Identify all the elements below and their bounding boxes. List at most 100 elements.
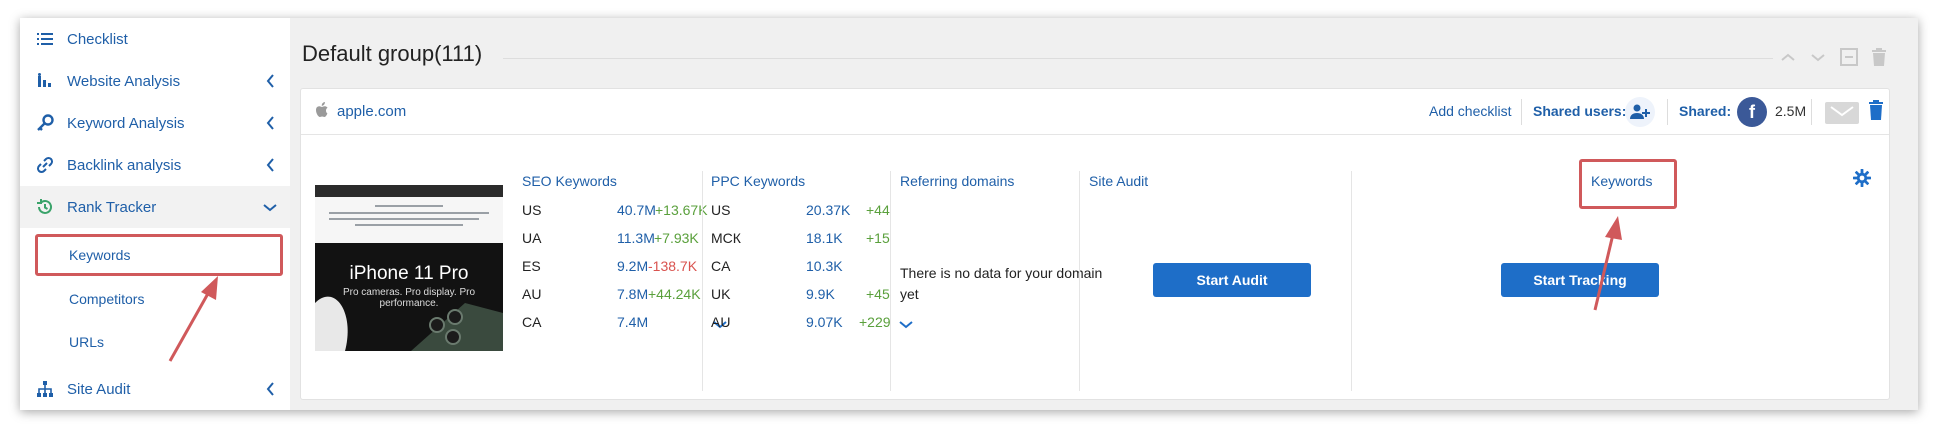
sitemap-icon [34, 378, 56, 400]
chart-icon [34, 70, 56, 92]
thumbnail-text-lines [329, 205, 489, 226]
seo-keywords-title[interactable]: SEO Keywords [522, 173, 617, 189]
sidebar-subitem-urls[interactable]: URLs [20, 323, 290, 363]
key-icon [34, 112, 56, 134]
chevron-left-icon[interactable] [263, 382, 277, 396]
chevron-left-icon[interactable] [263, 158, 277, 172]
sidebar-item-label: Website Analysis [67, 72, 181, 90]
sidebar-item-backlink-analysis[interactable]: Backlink analysis [20, 144, 290, 186]
mail-icon[interactable] [1825, 102, 1859, 124]
table-row: UA 11.3M +7.93K [522, 230, 702, 250]
sidebar-item-label: Keyword Analysis [67, 114, 185, 132]
sidebar-subitem-label: Competitors [69, 291, 145, 307]
country-code: UA [522, 230, 542, 246]
table-row: CA 10.3K [711, 258, 891, 278]
chevron-down-icon[interactable] [899, 316, 913, 332]
keyword-delta: +13.67K [655, 202, 708, 218]
table-row: US 20.37K +44 [711, 202, 891, 222]
divider [890, 171, 891, 391]
sidebar-item-checklist[interactable]: Checklist [20, 18, 290, 60]
thumbnail-title: iPhone 11 Pro [349, 263, 469, 284]
card-header: apple.com Add checklist Shared users: Sh… [301, 89, 1889, 135]
divider [1811, 99, 1812, 125]
chevron-left-icon[interactable] [263, 116, 277, 130]
sidebar-item-label: Rank Tracker [67, 198, 157, 216]
table-row: US 40.7M +13.67K [522, 202, 708, 222]
add-user-icon[interactable] [1625, 97, 1655, 127]
divider [503, 58, 1773, 59]
sidebar-item-keyword-analysis[interactable]: Keyword Analysis [20, 102, 290, 144]
keyword-delta: +44 [866, 202, 890, 218]
sidebar-subitem-label: URLs [69, 334, 105, 350]
keyword-count[interactable]: 9.9K [806, 286, 835, 302]
keyword-count[interactable]: 7.8M [617, 286, 648, 302]
table-row: AU 9.07K +229 [711, 314, 913, 334]
apple-icon [315, 102, 329, 123]
country-code: US [711, 202, 731, 218]
keyword-delta: +44.24K [648, 286, 701, 302]
trash-icon[interactable] [1868, 100, 1884, 125]
keywords-highlight-box [35, 234, 283, 276]
sidebar-item-label: Checklist [67, 30, 128, 48]
divider [1351, 171, 1352, 391]
link-icon [34, 154, 56, 176]
keyword-delta: +15 [866, 230, 890, 246]
keyword-delta: -138.7K [648, 258, 698, 274]
table-row: AU 7.8M +44.24K [522, 286, 702, 306]
facebook-icon[interactable]: f [1737, 97, 1767, 127]
add-checklist-link[interactable]: Add checklist [1429, 103, 1511, 119]
start-tracking-button[interactable]: Start Tracking [1501, 263, 1659, 297]
country-code: AU [711, 314, 731, 330]
shared-users-label: Shared users: [1533, 103, 1627, 119]
site-audit-title[interactable]: Site Audit [1089, 173, 1148, 189]
sidebar-item-site-audit[interactable]: Site Audit [20, 368, 290, 410]
country-code: CA [711, 258, 731, 274]
sidebar-item-label: Site Audit [67, 380, 131, 398]
divider [1667, 99, 1668, 125]
domain-link[interactable]: apple.com [337, 103, 406, 120]
thumbnail-subtitle: Pro cameras. Pro display. Pro performanc… [342, 287, 476, 309]
keyword-count[interactable]: 11.3M [617, 230, 655, 246]
keyword-delta: +45 [866, 286, 890, 302]
chevron-left-icon[interactable] [263, 74, 277, 88]
chevron-up-icon[interactable] [1777, 46, 1799, 68]
sidebar-item-website-analysis[interactable]: Website Analysis [20, 60, 290, 102]
sidebar-item-rank-tracker[interactable]: Rank Tracker [20, 186, 290, 228]
domain-card: apple.com Add checklist Shared users: Sh… [300, 88, 1890, 400]
start-audit-button[interactable]: Start Audit [1153, 263, 1311, 297]
keyword-count[interactable]: 10.3K [806, 258, 843, 274]
trash-icon[interactable] [1868, 46, 1890, 68]
gear-icon[interactable] [1853, 169, 1871, 192]
referring-domains-title[interactable]: Referring domains [900, 173, 1014, 189]
country-code: AU [522, 286, 542, 302]
group-title: Default group(111) [302, 41, 483, 66]
keywords-highlight-box [1579, 159, 1677, 209]
facebook-share-count: 2.5M [1775, 103, 1807, 119]
table-row: ES 9.2M -138.7K [522, 258, 702, 278]
history-icon [34, 196, 56, 218]
app-window: Checklist Website Analysis Keyword Analy… [20, 18, 1918, 410]
keyword-count[interactable]: 9.2M [617, 258, 648, 274]
keyword-count[interactable]: 40.7M [617, 202, 656, 218]
table-row: МСК 18.1K +15 [711, 230, 891, 250]
shared-label: Shared: [1679, 103, 1732, 119]
collapse-icon[interactable] [1838, 46, 1860, 68]
keyword-count[interactable]: 7.4M [617, 314, 648, 330]
country-code: US [522, 202, 542, 218]
chevron-down-icon[interactable] [263, 200, 277, 214]
country-code: CA [522, 314, 542, 330]
keyword-count[interactable]: 20.37K [806, 202, 850, 218]
sidebar-subitem-competitors[interactable]: Competitors [20, 280, 290, 320]
table-row: UK 9.9K +45 [711, 286, 891, 306]
keyword-delta: +7.93K [654, 230, 699, 246]
sidebar-item-label: Backlink analysis [67, 156, 182, 174]
table-row: CA 7.4M [522, 314, 727, 334]
divider [1079, 171, 1080, 391]
keyword-count[interactable]: 18.1K [806, 230, 843, 246]
sidebar: Checklist Website Analysis Keyword Analy… [20, 18, 290, 410]
country-code: ES [522, 258, 541, 274]
keyword-count[interactable]: 9.07K [806, 314, 843, 330]
chevron-down-icon[interactable] [1807, 46, 1829, 68]
ppc-keywords-title[interactable]: PPC Keywords [711, 173, 805, 189]
site-thumbnail: iPhone 11 Pro Pro cameras. Pro display. … [315, 185, 503, 351]
